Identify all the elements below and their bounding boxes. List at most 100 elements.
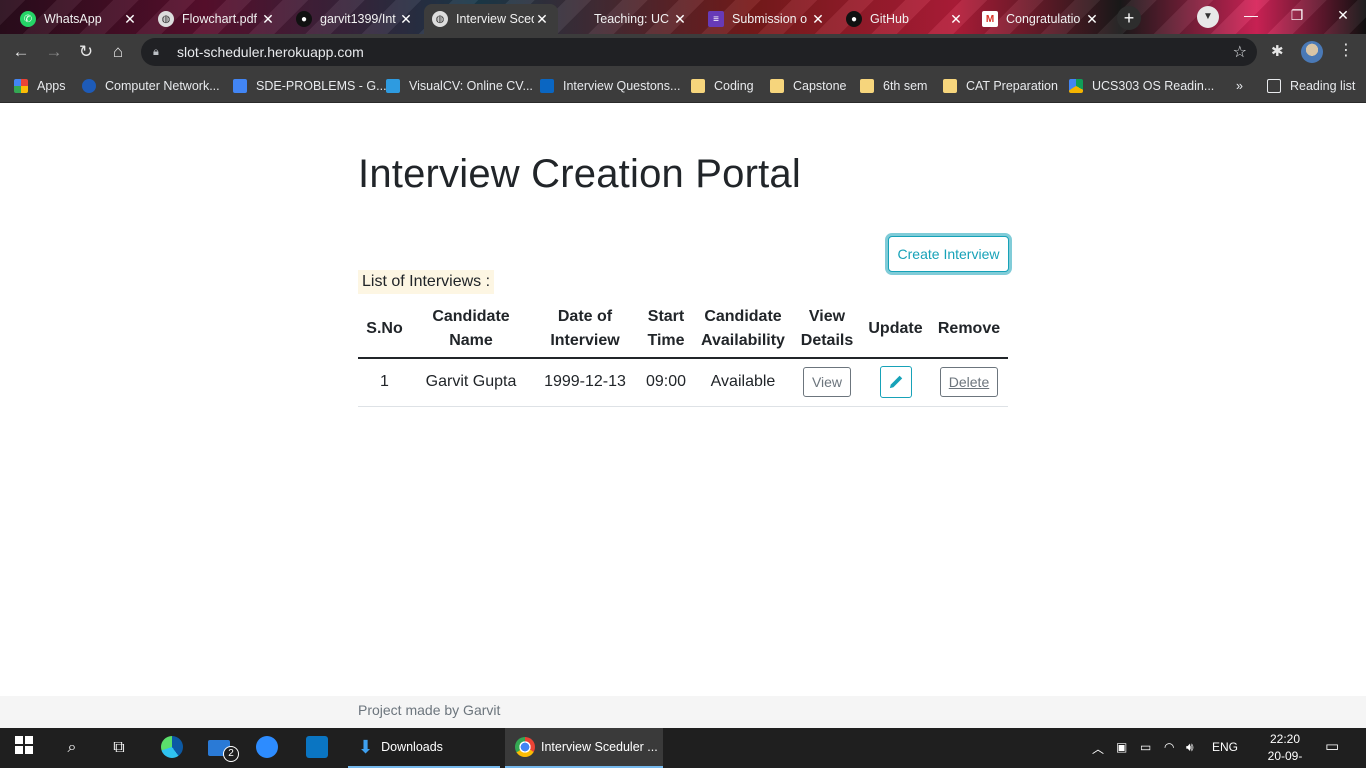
tab-gmail[interactable]: M Congratulatio ✕ — [974, 4, 1108, 34]
home-icon[interactable]: ⌂ — [105, 39, 131, 65]
docs-icon — [233, 79, 247, 93]
column-header-view-details: View Details — [793, 300, 861, 359]
vscode-icon[interactable] — [305, 736, 329, 760]
tab-github-repo[interactable]: ● garvit1399/Int ✕ — [288, 4, 422, 34]
new-tab-button[interactable]: + — [1117, 6, 1141, 30]
battery-icon[interactable]: ▭ — [1140, 740, 1151, 754]
globe-icon: ◍ — [158, 11, 174, 27]
tab-title: Teaching: UC — [594, 12, 670, 26]
cell-remove: Delete — [930, 358, 1008, 407]
extensions-icon[interactable]: ✱ — [1271, 42, 1284, 60]
taskbar-app-label: Interview Sceduler ... — [541, 740, 658, 754]
bookmark-label: Apps — [37, 79, 66, 93]
bookmark-folder-6th-sem[interactable]: 6th sem — [860, 76, 927, 96]
tab-whatsapp[interactable]: ✆ WhatsApp ✕ — [12, 4, 146, 34]
reload-icon[interactable]: ↻ — [73, 39, 99, 65]
tab-flowchart[interactable]: ◍ Flowchart.pdf ✕ — [150, 4, 284, 34]
page-footer: Project made by Garvit — [0, 696, 1366, 728]
teaching-icon — [570, 11, 586, 27]
github-icon: ● — [846, 11, 862, 27]
whatsapp-icon: ✆ — [20, 11, 36, 27]
footer-text: Project made by Garvit — [358, 702, 501, 718]
interviews-table: S.No Candidate Name Date of Interview Star… — [358, 300, 1008, 407]
restore-icon[interactable]: ❐ — [1274, 0, 1320, 32]
close-icon[interactable]: ✕ — [534, 11, 550, 28]
bookmark-folder-cat-preparation[interactable]: CAT Preparation — [943, 76, 1058, 96]
column-header-availability: Candidate Availability — [693, 300, 793, 359]
linkedin-icon — [540, 79, 554, 93]
delete-button[interactable]: Delete — [940, 367, 998, 398]
window-close-icon[interactable]: ✕ — [1320, 0, 1366, 32]
mail-badge: 2 — [223, 746, 239, 762]
reading-list-button[interactable]: Reading list — [1267, 76, 1355, 96]
taskbar-app-chrome[interactable]: Interview Sceduler ... — [505, 728, 663, 768]
close-icon[interactable]: ✕ — [1084, 11, 1100, 28]
profile-avatar[interactable] — [1301, 41, 1323, 63]
tab-submission[interactable]: ≡ Submission o ✕ — [700, 4, 834, 34]
edge-icon[interactable] — [160, 736, 184, 760]
url-text: slot-scheduler.herokuapp.com — [177, 44, 364, 60]
bookmark-ucs303[interactable]: UCS303 OS Readin... — [1069, 76, 1214, 96]
bookmark-folder-capstone[interactable]: Capstone — [770, 76, 847, 96]
view-details-button[interactable]: View — [803, 367, 851, 398]
close-icon[interactable]: ✕ — [810, 11, 826, 28]
taskbar-app-downloads[interactable]: ⬇ Downloads — [348, 728, 500, 768]
site-icon — [82, 79, 96, 93]
minimize-icon[interactable]: — — [1228, 0, 1274, 32]
system-clock[interactable]: 22:20 20-09-2021 — [1255, 731, 1315, 768]
bookmark-label: Coding — [714, 79, 754, 93]
close-icon[interactable]: ✕ — [948, 11, 964, 28]
close-icon[interactable]: ✕ — [672, 11, 688, 28]
web-page: Interview Creation Portal Create Intervi… — [0, 104, 1366, 696]
tab-title: garvit1399/Int — [320, 12, 396, 26]
clock-time: 22:20 — [1269, 732, 1301, 746]
zoom-icon[interactable] — [255, 736, 279, 760]
bookmarks-overflow[interactable]: » — [1236, 76, 1243, 96]
drive-icon — [1069, 79, 1083, 93]
browser-toolbar: ← → ↻ ⌂ 🔒︎ slot-scheduler.herokuapp.com … — [0, 34, 1366, 70]
bookmark-visualcv[interactable]: VisualCV: Online CV... — [386, 76, 533, 96]
bookmark-label: Interview Questons... — [563, 79, 681, 93]
create-interview-button[interactable]: Create Interview — [888, 236, 1009, 272]
wifi-icon[interactable]: ◠ — [1164, 740, 1174, 754]
apps-grid-icon — [14, 79, 28, 93]
forward-icon[interactable]: → — [41, 39, 67, 65]
chrome-icon — [515, 737, 535, 757]
update-button[interactable] — [879, 366, 912, 399]
task-view-icon[interactable]: ⧉ — [107, 736, 131, 760]
bookmark-star-icon[interactable]: ☆ — [1233, 42, 1247, 62]
column-header-start-time: Start Time — [639, 300, 693, 359]
menu-kebab-icon[interactable]: ⋮ — [1338, 40, 1354, 62]
tab-github[interactable]: ● GitHub ✕ — [838, 4, 972, 34]
battery-saver-icon[interactable]: ▣ — [1116, 740, 1127, 754]
bookmark-apps[interactable]: Apps — [14, 76, 66, 96]
cell-candidate-name: Garvit Gupta — [411, 358, 531, 407]
address-bar[interactable]: 🔒︎ slot-scheduler.herokuapp.com ☆ — [141, 38, 1257, 66]
tab-teaching[interactable]: Teaching: UC ✕ — [562, 4, 696, 34]
close-icon[interactable]: ✕ — [122, 11, 138, 28]
visualcv-icon — [386, 79, 400, 93]
mail-icon[interactable]: 2 — [207, 736, 239, 762]
tab-interview-scheduler[interactable]: ◍ Interview Sced ✕ — [424, 4, 558, 34]
tab-search-icon[interactable]: ▼ — [1197, 6, 1219, 28]
bookmark-computer-network[interactable]: Computer Network... — [82, 76, 220, 96]
notification-icon[interactable]: ▭ — [1325, 737, 1339, 755]
reading-list-icon — [1267, 79, 1281, 93]
cell-update — [861, 358, 930, 407]
language-indicator[interactable]: ENG — [1212, 740, 1238, 754]
search-icon[interactable]: ⌕ — [60, 736, 84, 760]
windows-start-icon[interactable] — [12, 736, 36, 760]
windows-taskbar: ⌕ ⧉ 2 ⬇ Downloads Interview Sceduler ...… — [0, 728, 1366, 768]
bookmark-sde-problems[interactable]: SDE-PROBLEMS - G... — [233, 76, 387, 96]
bookmark-label: Computer Network... — [105, 79, 220, 93]
cell-view: View — [793, 358, 861, 407]
close-icon[interactable]: ✕ — [398, 11, 414, 28]
reading-list-label: Reading list — [1290, 79, 1356, 93]
chevron-up-icon[interactable]: ︿ — [1092, 740, 1104, 757]
globe-icon: ◍ — [432, 11, 448, 27]
volume-icon[interactable]: 🔊︎ — [1186, 740, 1194, 755]
bookmark-folder-coding[interactable]: Coding — [691, 76, 754, 96]
back-icon[interactable]: ← — [8, 39, 34, 65]
bookmark-interview-questions[interactable]: Interview Questons... — [540, 76, 680, 96]
close-icon[interactable]: ✕ — [260, 11, 276, 28]
